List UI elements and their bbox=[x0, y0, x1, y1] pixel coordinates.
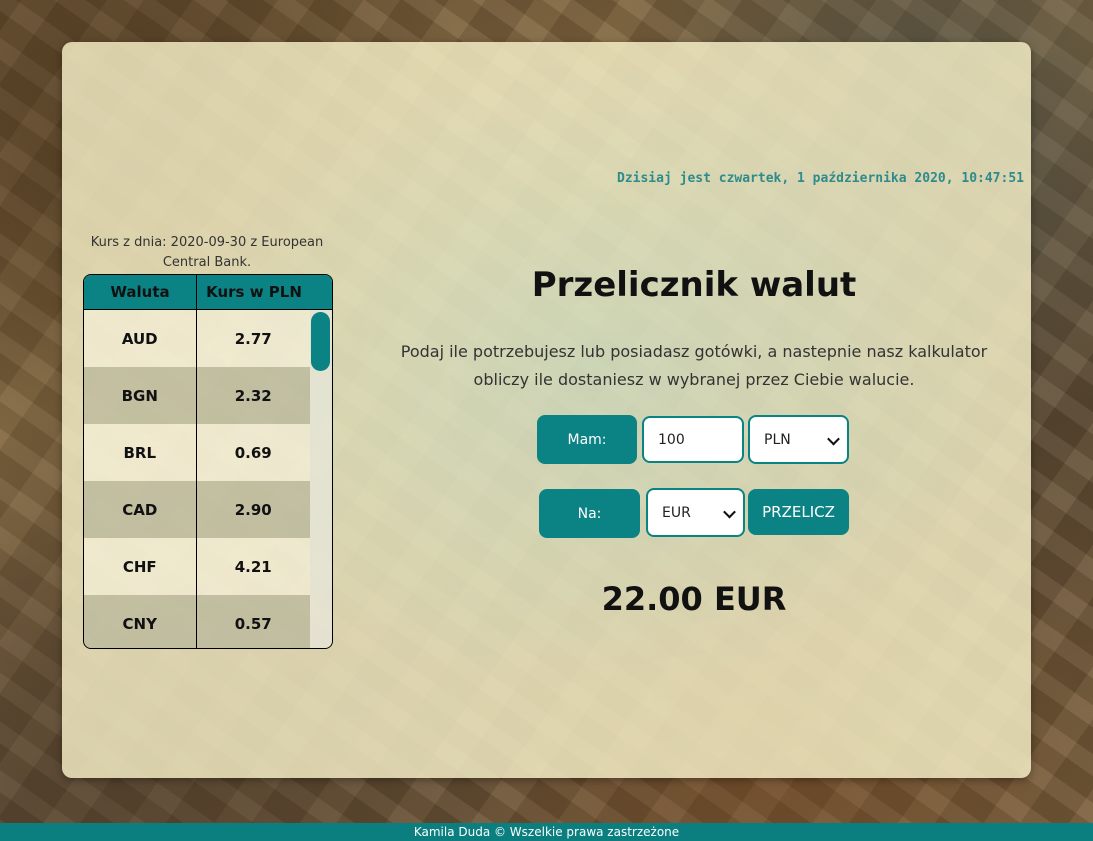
rates-table: Waluta Kurs w PLN AUD 2.77 BGN 2.32 BRL … bbox=[83, 274, 333, 649]
rate-cell: 0.57 bbox=[234, 614, 272, 633]
page-title: Przelicznik walut bbox=[531, 265, 857, 305]
table-row: BRL 0.69 bbox=[84, 424, 310, 481]
currency-code-cell: CHF bbox=[84, 538, 197, 595]
rates-table-header: Waluta Kurs w PLN bbox=[84, 275, 332, 310]
rates-table-body: AUD 2.77 BGN 2.32 BRL 0.69 CAD 2.90 CHF … bbox=[84, 310, 310, 648]
currency-code-cell: CAD bbox=[84, 481, 197, 538]
table-row: CAD 2.90 bbox=[84, 481, 310, 538]
to-currency-select[interactable]: EUR bbox=[646, 488, 745, 537]
have-label: Mam: bbox=[537, 415, 637, 464]
currency-code-cell: CNY bbox=[84, 595, 197, 648]
chevron-down-icon bbox=[723, 505, 736, 518]
converter-description: Podaj ile potrzebujesz lub posiadasz got… bbox=[400, 342, 988, 389]
table-row: AUD 2.77 bbox=[84, 310, 310, 367]
footer: Kamila Duda © Wszelkie prawa zastrzeżone bbox=[0, 823, 1093, 841]
to-label: Na: bbox=[539, 489, 640, 538]
currency-code-cell: AUD bbox=[84, 310, 197, 367]
rate-cell: 2.90 bbox=[234, 500, 272, 519]
column-header-currency: Waluta bbox=[84, 275, 197, 309]
column-header-rate: Kurs w PLN bbox=[206, 283, 302, 301]
main-panel: Dzisiaj jest czwartek, 1 października 20… bbox=[62, 42, 1031, 778]
rate-cell: 2.77 bbox=[234, 329, 272, 348]
currency-code-cell: BRL bbox=[84, 424, 197, 481]
rate-cell: 0.69 bbox=[234, 443, 272, 462]
convert-button[interactable]: PRZELICZ bbox=[748, 489, 849, 535]
rates-source-info: Kurs z dnia: 2020-09-30 z European Centr… bbox=[90, 235, 324, 270]
currency-code-cell: BGN bbox=[84, 367, 197, 424]
table-row: BGN 2.32 bbox=[84, 367, 310, 424]
to-currency-value: EUR bbox=[662, 504, 691, 521]
from-currency-select[interactable]: PLN bbox=[748, 415, 849, 464]
chevron-down-icon bbox=[827, 432, 840, 445]
rates-table-scrollbar[interactable] bbox=[310, 310, 332, 648]
amount-input[interactable]: 100 bbox=[642, 416, 744, 463]
conversion-result: 22.00 EUR bbox=[601, 580, 787, 618]
from-currency-value: PLN bbox=[764, 431, 791, 448]
rate-cell: 4.21 bbox=[234, 557, 272, 576]
table-row: CHF 4.21 bbox=[84, 538, 310, 595]
table-row: CNY 0.57 bbox=[84, 595, 310, 648]
current-date: Dzisiaj jest czwartek, 1 października 20… bbox=[617, 171, 1024, 186]
scrollbar-thumb[interactable] bbox=[311, 312, 330, 371]
rate-cell: 2.32 bbox=[234, 386, 272, 405]
